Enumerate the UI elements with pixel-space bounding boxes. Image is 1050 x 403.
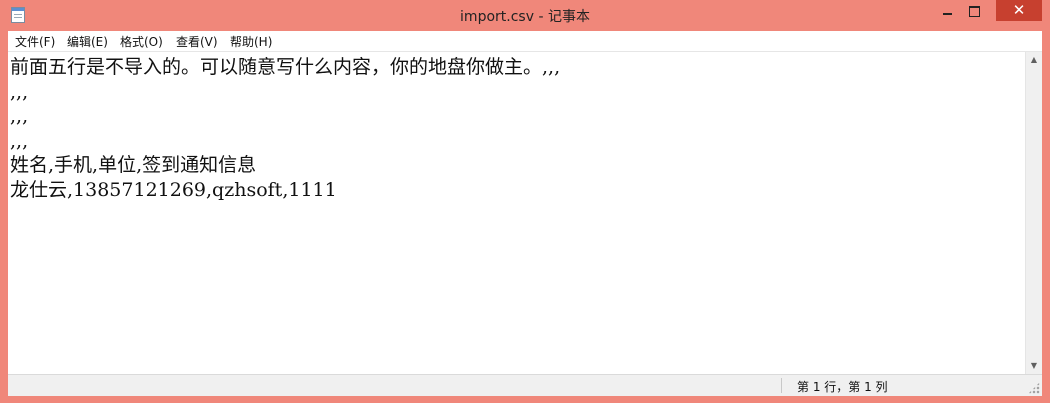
- text-line: ,,,: [10, 105, 29, 127]
- text-editor[interactable]: 前面五行是不导入的。可以随意写什么内容，你的地盘你做主。,,,,,,,,,,,,…: [10, 55, 1020, 371]
- text-line: ,,,: [10, 129, 29, 152]
- scroll-down-icon[interactable]: ▼: [1026, 358, 1042, 374]
- notepad-window: import.csv - 记事本 ✕ 文件(F) 编辑(E) 格式(O) 查看(…: [0, 0, 1050, 403]
- text-line: 姓名,手机,单位,签到通知信息: [10, 154, 257, 176]
- scroll-up-icon[interactable]: ▲: [1026, 52, 1042, 68]
- maximize-button[interactable]: [961, 0, 988, 21]
- menu-format[interactable]: 格式(O): [120, 33, 163, 50]
- menu-edit[interactable]: 编辑(E): [67, 33, 108, 50]
- text-line: 前面五行是不导入的。可以随意写什么内容，你的地盘你做主。,,,: [10, 56, 561, 78]
- window-title: import.csv - 记事本: [460, 9, 590, 25]
- resize-grip-icon[interactable]: [1028, 382, 1040, 394]
- cursor-position: 第 1 行，第 1 列: [797, 380, 888, 394]
- vertical-scrollbar[interactable]: ▲ ▼: [1025, 52, 1042, 374]
- close-icon: ✕: [1012, 1, 1026, 19]
- close-button[interactable]: ✕: [996, 0, 1042, 21]
- menu-help[interactable]: 帮助(H): [230, 33, 272, 50]
- title-bar[interactable]: import.csv - 记事本 ✕: [0, 0, 1050, 31]
- status-bar: 第 1 行，第 1 列: [8, 374, 1042, 396]
- text-line: 龙仕云,13857121269,qzhsoft,1111: [10, 178, 337, 201]
- text-line: ,,,: [10, 80, 29, 103]
- menu-bar: 文件(F) 编辑(E) 格式(O) 查看(V) 帮助(H): [8, 31, 1042, 52]
- editor-area: 前面五行是不导入的。可以随意写什么内容，你的地盘你做主。,,,,,,,,,,,,…: [8, 52, 1042, 374]
- status-divider: [781, 378, 782, 393]
- menu-view[interactable]: 查看(V): [176, 33, 218, 50]
- minimize-button[interactable]: [934, 0, 961, 21]
- menu-file[interactable]: 文件(F): [15, 33, 55, 50]
